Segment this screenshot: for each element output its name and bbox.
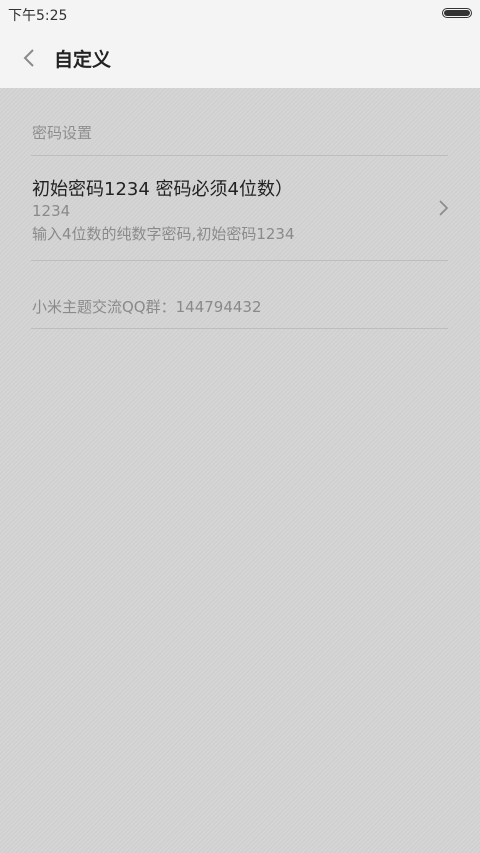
qq-group-info: 小米主题交流QQ群：144794432 [32, 298, 262, 316]
back-button[interactable] [14, 42, 46, 74]
divider [31, 328, 448, 329]
status-bar: 下午5:25 [0, 0, 480, 28]
chevron-right-icon [439, 200, 449, 216]
chevron-left-icon [23, 49, 34, 67]
password-setting-value: 1234 [32, 202, 71, 220]
section-header: 密码设置 [32, 124, 93, 142]
page-title: 自定义 [54, 49, 112, 71]
battery-icon [442, 8, 472, 18]
battery-level [444, 10, 470, 16]
password-setting-title: 初始密码1234 密码必须4位数） [32, 179, 293, 200]
divider [31, 260, 448, 261]
title-bar: 自定义 [0, 28, 480, 88]
status-time: 下午5:25 [8, 8, 68, 24]
password-setting-summary: 输入4位数的纯数字密码,初始密码1234 [32, 225, 295, 243]
password-setting-item[interactable]: 初始密码1234 密码必须4位数） 1234 输入4位数的纯数字密码,初始密码1… [0, 156, 480, 260]
